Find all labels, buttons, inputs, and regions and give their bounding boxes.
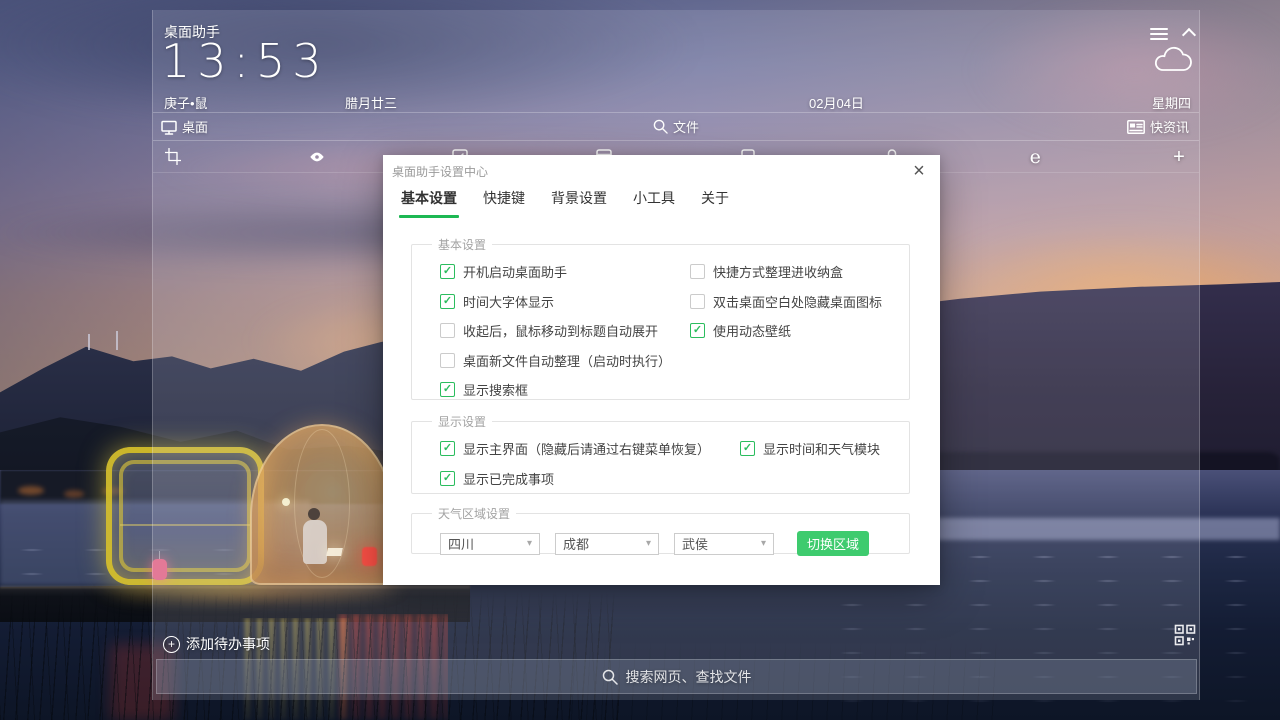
- search-icon: [602, 669, 618, 685]
- chevron-down-icon: ▾: [646, 538, 651, 549]
- weather-district-select[interactable]: 武侯 ▾: [674, 533, 774, 555]
- dialog-title: 桌面助手设置中心: [392, 163, 488, 180]
- weather-city-select[interactable]: 成都 ▾: [555, 533, 659, 555]
- checkbox-label: 显示已完成事项: [463, 469, 554, 488]
- group-legend: 显示设置: [432, 413, 492, 430]
- nav-news[interactable]: 快资讯: [1127, 113, 1189, 140]
- checkbox-row[interactable]: 快捷方式整理进收纳盒: [690, 257, 909, 287]
- search-icon: [653, 119, 668, 134]
- checkbox-checked[interactable]: ✓: [440, 294, 455, 309]
- checkbox-row[interactable]: ✓ 使用动态壁纸: [690, 316, 909, 346]
- weekday: 星期四: [1152, 93, 1191, 112]
- checkbox-row[interactable]: ✓ 显示已完成事项: [440, 464, 740, 494]
- nav-news-label: 快资讯: [1150, 117, 1189, 136]
- province-value: 四川: [448, 534, 474, 553]
- file-search-label: 文件: [673, 117, 699, 136]
- checkbox-checked[interactable]: ✓: [690, 323, 705, 338]
- close-icon[interactable]: ×: [908, 159, 930, 183]
- nav-desktop-label: 桌面: [182, 117, 208, 136]
- checkbox-unchecked[interactable]: [440, 353, 455, 368]
- add-todo-label: 添加待办事项: [186, 634, 270, 654]
- checkbox-row[interactable]: 收起后，鼠标移动到标题自动展开: [440, 316, 690, 346]
- monitor-icon: [161, 119, 177, 135]
- qr-code-icon[interactable]: [1174, 623, 1196, 652]
- checkbox-label: 双击桌面空白处隐藏桌面图标: [713, 292, 882, 311]
- switch-region-button[interactable]: 切换区域: [797, 531, 869, 556]
- checkbox-row[interactable]: 双击桌面空白处隐藏桌面图标: [690, 287, 909, 317]
- checkbox-row[interactable]: ✓ 开机启动桌面助手: [440, 257, 690, 287]
- search-input[interactable]: 搜索网页、查找文件: [156, 659, 1197, 694]
- tab-shortcuts[interactable]: 快捷键: [481, 188, 527, 218]
- screenshot-crop-icon[interactable]: [165, 148, 181, 165]
- add-todo-button[interactable]: + 添加待办事项: [163, 634, 270, 654]
- settings-group-display: 显示设置 ✓ 显示主界面（隐藏后请通过右键菜单恢复） ✓ 显示已完成事项 ✓ 显示时间和…: [411, 413, 910, 494]
- checkbox-row[interactable]: 桌面新文件自动整理（启动时执行）: [440, 346, 690, 376]
- chevron-down-icon: ▾: [761, 538, 766, 549]
- checkbox-label: 显示时间和天气模块: [763, 439, 880, 458]
- tab-background-settings[interactable]: 背景设置: [549, 188, 609, 218]
- checkbox-checked[interactable]: ✓: [440, 382, 455, 397]
- browser-e-icon[interactable]: e: [1027, 149, 1043, 165]
- lunar-day: 腊月廿三: [345, 93, 397, 112]
- nav-desktop[interactable]: 桌面: [161, 113, 208, 140]
- circle-plus-icon: +: [163, 636, 180, 653]
- weather-province-select[interactable]: 四川 ▾: [440, 533, 540, 555]
- tab-basic-settings[interactable]: 基本设置: [399, 188, 459, 218]
- checkbox-checked[interactable]: ✓: [440, 471, 455, 486]
- clock: 13:53: [161, 34, 329, 88]
- checkbox-row[interactable]: ✓ 时间大字体显示: [440, 287, 690, 317]
- checkbox-unchecked[interactable]: [440, 323, 455, 338]
- checkbox-label: 显示搜索框: [463, 380, 528, 399]
- chevron-down-icon: ▾: [527, 538, 532, 549]
- nav-row: 桌面 文件 快资讯: [153, 113, 1199, 140]
- checkbox-label: 使用动态壁纸: [713, 321, 791, 340]
- checkbox-label: 显示主界面（隐藏后请通过右键菜单恢复）: [463, 439, 710, 458]
- checkbox-label: 桌面新文件自动整理（启动时执行）: [463, 351, 671, 370]
- weather-cloud-icon[interactable]: [1153, 46, 1193, 81]
- checkbox-label: 开机启动桌面助手: [463, 262, 567, 281]
- checkbox-label: 收起后，鼠标移动到标题自动展开: [463, 321, 658, 340]
- file-search[interactable]: 文件: [653, 113, 699, 140]
- checkbox-row[interactable]: ✓ 显示搜索框: [440, 375, 690, 405]
- lunar-year: 庚子•鼠: [164, 93, 208, 112]
- tab-widgets[interactable]: 小工具: [631, 188, 677, 218]
- checkbox-row[interactable]: ✓ 显示主界面（隐藏后请通过右键菜单恢复）: [440, 434, 740, 464]
- checkbox-row[interactable]: ✓ 显示时间和天气模块: [740, 434, 909, 464]
- settings-group-basic: 基本设置 ✓ 开机启动桌面助手 ✓ 时间大字体显示收起后，鼠标移动到标题自动展开桌面新…: [411, 236, 910, 400]
- checkbox-label: 时间大字体显示: [463, 292, 554, 311]
- settings-group-weather: 天气区域设置 四川 ▾ 成都 ▾ 武侯 ▾ 切换区域: [411, 505, 910, 554]
- eye-icon[interactable]: [309, 150, 325, 164]
- settings-dialog: 桌面助手设置中心 × 基本设置 快捷键 背景设置 小工具 关于 基本设置 ✓ 开机…: [383, 155, 940, 585]
- tab-about[interactable]: 关于: [699, 188, 731, 218]
- city-value: 成都: [563, 534, 589, 553]
- group-legend: 天气区域设置: [432, 505, 516, 522]
- news-icon: [1127, 120, 1145, 134]
- checkbox-checked[interactable]: ✓: [740, 441, 755, 456]
- checkbox-unchecked[interactable]: [690, 294, 705, 309]
- search-placeholder: 搜索网页、查找文件: [626, 667, 752, 687]
- plus-icon[interactable]: +: [1171, 149, 1187, 165]
- desktop-screen: 桌面助手 13:53 庚子•鼠 腊月廿三 02月04日 星期四 桌面: [0, 0, 1280, 720]
- checkbox-checked[interactable]: ✓: [440, 264, 455, 279]
- district-value: 武侯: [682, 534, 708, 553]
- date: 02月04日: [809, 93, 864, 112]
- group-legend: 基本设置: [432, 236, 492, 253]
- menu-icon[interactable]: [1150, 28, 1168, 40]
- dialog-tabs: 基本设置 快捷键 背景设置 小工具 关于: [399, 188, 731, 218]
- collapse-up-icon[interactable]: [1182, 28, 1196, 42]
- checkbox-label: 快捷方式整理进收纳盒: [713, 262, 843, 281]
- checkbox-checked[interactable]: ✓: [440, 441, 455, 456]
- checkbox-unchecked[interactable]: [690, 264, 705, 279]
